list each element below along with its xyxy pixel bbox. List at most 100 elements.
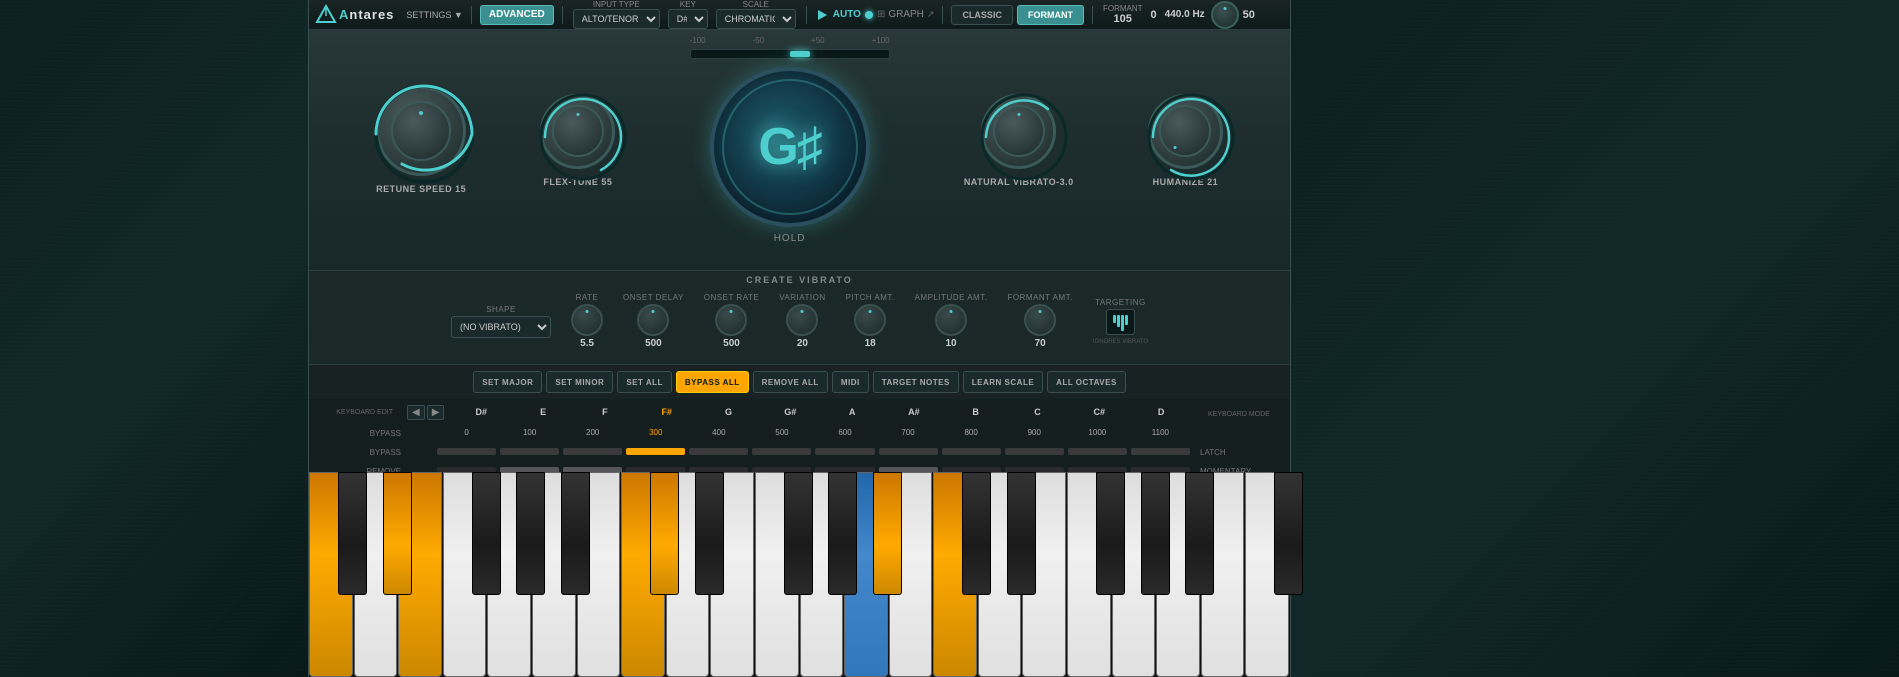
vibrato-pitch-amt-knob[interactable] [854,304,886,336]
vibrato-onset-delay-knob[interactable] [637,304,669,336]
cents-0: 0 [435,428,498,437]
flex-tune-dot [576,113,579,116]
black-key-13[interactable] [1141,472,1170,595]
vibrato-pitch-amt-group: PITCH AMT. 18 [846,293,895,349]
bypass-bar-0[interactable] [435,448,498,455]
black-key-5[interactable] [650,472,679,595]
set-all-button[interactable]: SET ALL [617,371,672,393]
key-name-4: G [698,407,760,417]
input-type-select[interactable]: ALTO/TENOR [573,9,660,29]
black-key-14[interactable] [1185,472,1214,595]
black-key-3[interactable] [516,472,545,595]
vibrato-rate-knob[interactable] [571,304,603,336]
vibrato-onset-delay-group: ONSET DELAY 500 [623,293,684,349]
vibrato-rate-dot [586,310,589,313]
black-key-10[interactable] [962,472,991,595]
black-key-12[interactable] [1096,472,1125,595]
black-key-4[interactable] [561,472,590,595]
vibrato-variation-value: 20 [797,338,808,349]
black-key-15[interactable] [1274,472,1303,595]
bypass-bar-9[interactable] [1003,448,1066,455]
bypass-bar-10[interactable] [1066,448,1129,455]
pitch-low-marker: -50 [753,36,765,45]
vibrato-variation-knob[interactable] [786,304,818,336]
scale-label: SCALE [743,0,769,9]
black-key-9[interactable] [873,472,902,595]
black-key-8[interactable] [828,472,857,595]
key-label: KEY [680,0,696,9]
bypass-bar-8[interactable] [940,448,1003,455]
targeting-bars [1113,315,1128,331]
auto-dot [865,11,873,19]
black-key-1[interactable] [383,472,412,595]
settings-button[interactable]: SETTINGS ▼ [406,10,462,20]
humanize-knob[interactable] [1148,94,1223,169]
bypass-bar-7[interactable] [877,448,940,455]
cents-8: 800 [940,428,1003,437]
bypass-bar-6[interactable] [813,448,876,455]
pitch-display[interactable]: G♯ [710,67,870,227]
set-major-button[interactable]: SET MAJOR [473,371,542,393]
vibrato-formant-amt-dot [1039,310,1042,313]
key-select[interactable]: D# [668,9,708,29]
key-names-row: KEYBOARD EDIT ◀ ▶ D# E F F# G G# A A# B … [317,403,1282,421]
separator-1 [471,6,472,24]
bg-left-panel [0,0,308,677]
vibrato-amplitude-amt-value: 10 [945,338,956,349]
bypass-bar-5[interactable] [750,448,813,455]
vibrato-shape-group: SHAPE (NO VIBRATO) [451,305,551,338]
bypass-row: BYPASS LATCH [317,442,1282,460]
natural-vibrato-group: NATURAL VIBRATO-3.0 [964,94,1074,187]
cents-1: 100 [498,428,561,437]
retune-speed-knob-inner [391,101,451,161]
graph-icon: ⊞ [877,9,885,20]
auto-label: AUTO [833,9,861,20]
vibrato-onset-rate-knob[interactable] [715,304,747,336]
remove-all-button[interactable]: REMOVE ALL [753,371,828,393]
vibrato-shape-select[interactable]: (NO VIBRATO) [451,316,551,338]
top-knob[interactable] [1211,1,1239,29]
vibrato-formant-amt-knob[interactable] [1024,304,1056,336]
all-octaves-button[interactable]: ALL OCTAVES [1047,371,1126,393]
piano-area [309,472,1290,677]
black-key-6[interactable] [695,472,724,595]
plugin-panel: Antares SETTINGS ▼ ADVANCED INPUT TYPE A… [308,0,1291,677]
black-key-7[interactable] [784,472,813,595]
cents-label: BYPASS [370,429,401,438]
key-name-8: B [945,407,1007,417]
vibrato-onset-rate-group: ONSET RATE 500 [704,293,759,349]
auto-button[interactable]: AUTO [815,8,873,22]
set-minor-button[interactable]: SET MINOR [546,371,613,393]
classic-button[interactable]: CLASSIC [951,5,1013,25]
target-notes-button[interactable]: TARGET NOTES [873,371,959,393]
black-key-0[interactable] [338,472,367,595]
bypass-bar-11[interactable] [1129,448,1192,455]
flex-tune-knob-inner [552,105,604,157]
vibrato-controls: SHAPE (NO VIBRATO) RATE 5.5 ONSET DELAY [309,289,1290,353]
t-bar-1 [1113,315,1116,323]
bypass-all-button[interactable]: BYPASS ALL [676,371,749,393]
top-bar: Antares SETTINGS ▼ ADVANCED INPUT TYPE A… [309,0,1290,30]
vibrato-rate-label: RATE [576,293,599,302]
bypass-bar-2[interactable] [561,448,624,455]
scale-select[interactable]: CHROMATIC [716,9,796,29]
vibrato-amplitude-amt-knob[interactable] [935,304,967,336]
midi-button[interactable]: MIDI [832,371,869,393]
black-key-11[interactable] [1007,472,1036,595]
nav-left-arrow[interactable]: ◀ [407,405,425,420]
bypass-bar-4[interactable] [687,448,750,455]
bypass-bar-1[interactable] [498,448,561,455]
flex-tune-knob[interactable] [540,94,615,169]
retune-speed-knob[interactable] [376,86,466,176]
natural-vibrato-knob[interactable] [981,94,1056,169]
graph-button[interactable]: ⊞ GRAPH ↗ [877,9,935,20]
vibrato-pitch-amt-value: 18 [865,338,876,349]
bypass-bar-3[interactable] [624,448,687,455]
piano-keys-row [309,472,1290,677]
advanced-button[interactable]: ADVANCED [480,5,554,25]
black-key-2[interactable] [472,472,501,595]
formant-button[interactable]: FORMANT [1017,5,1084,25]
learn-scale-button[interactable]: LEARN SCALE [963,371,1043,393]
vibrato-onset-delay-label: ONSET DELAY [623,293,684,302]
nav-right-arrow[interactable]: ▶ [427,405,445,420]
